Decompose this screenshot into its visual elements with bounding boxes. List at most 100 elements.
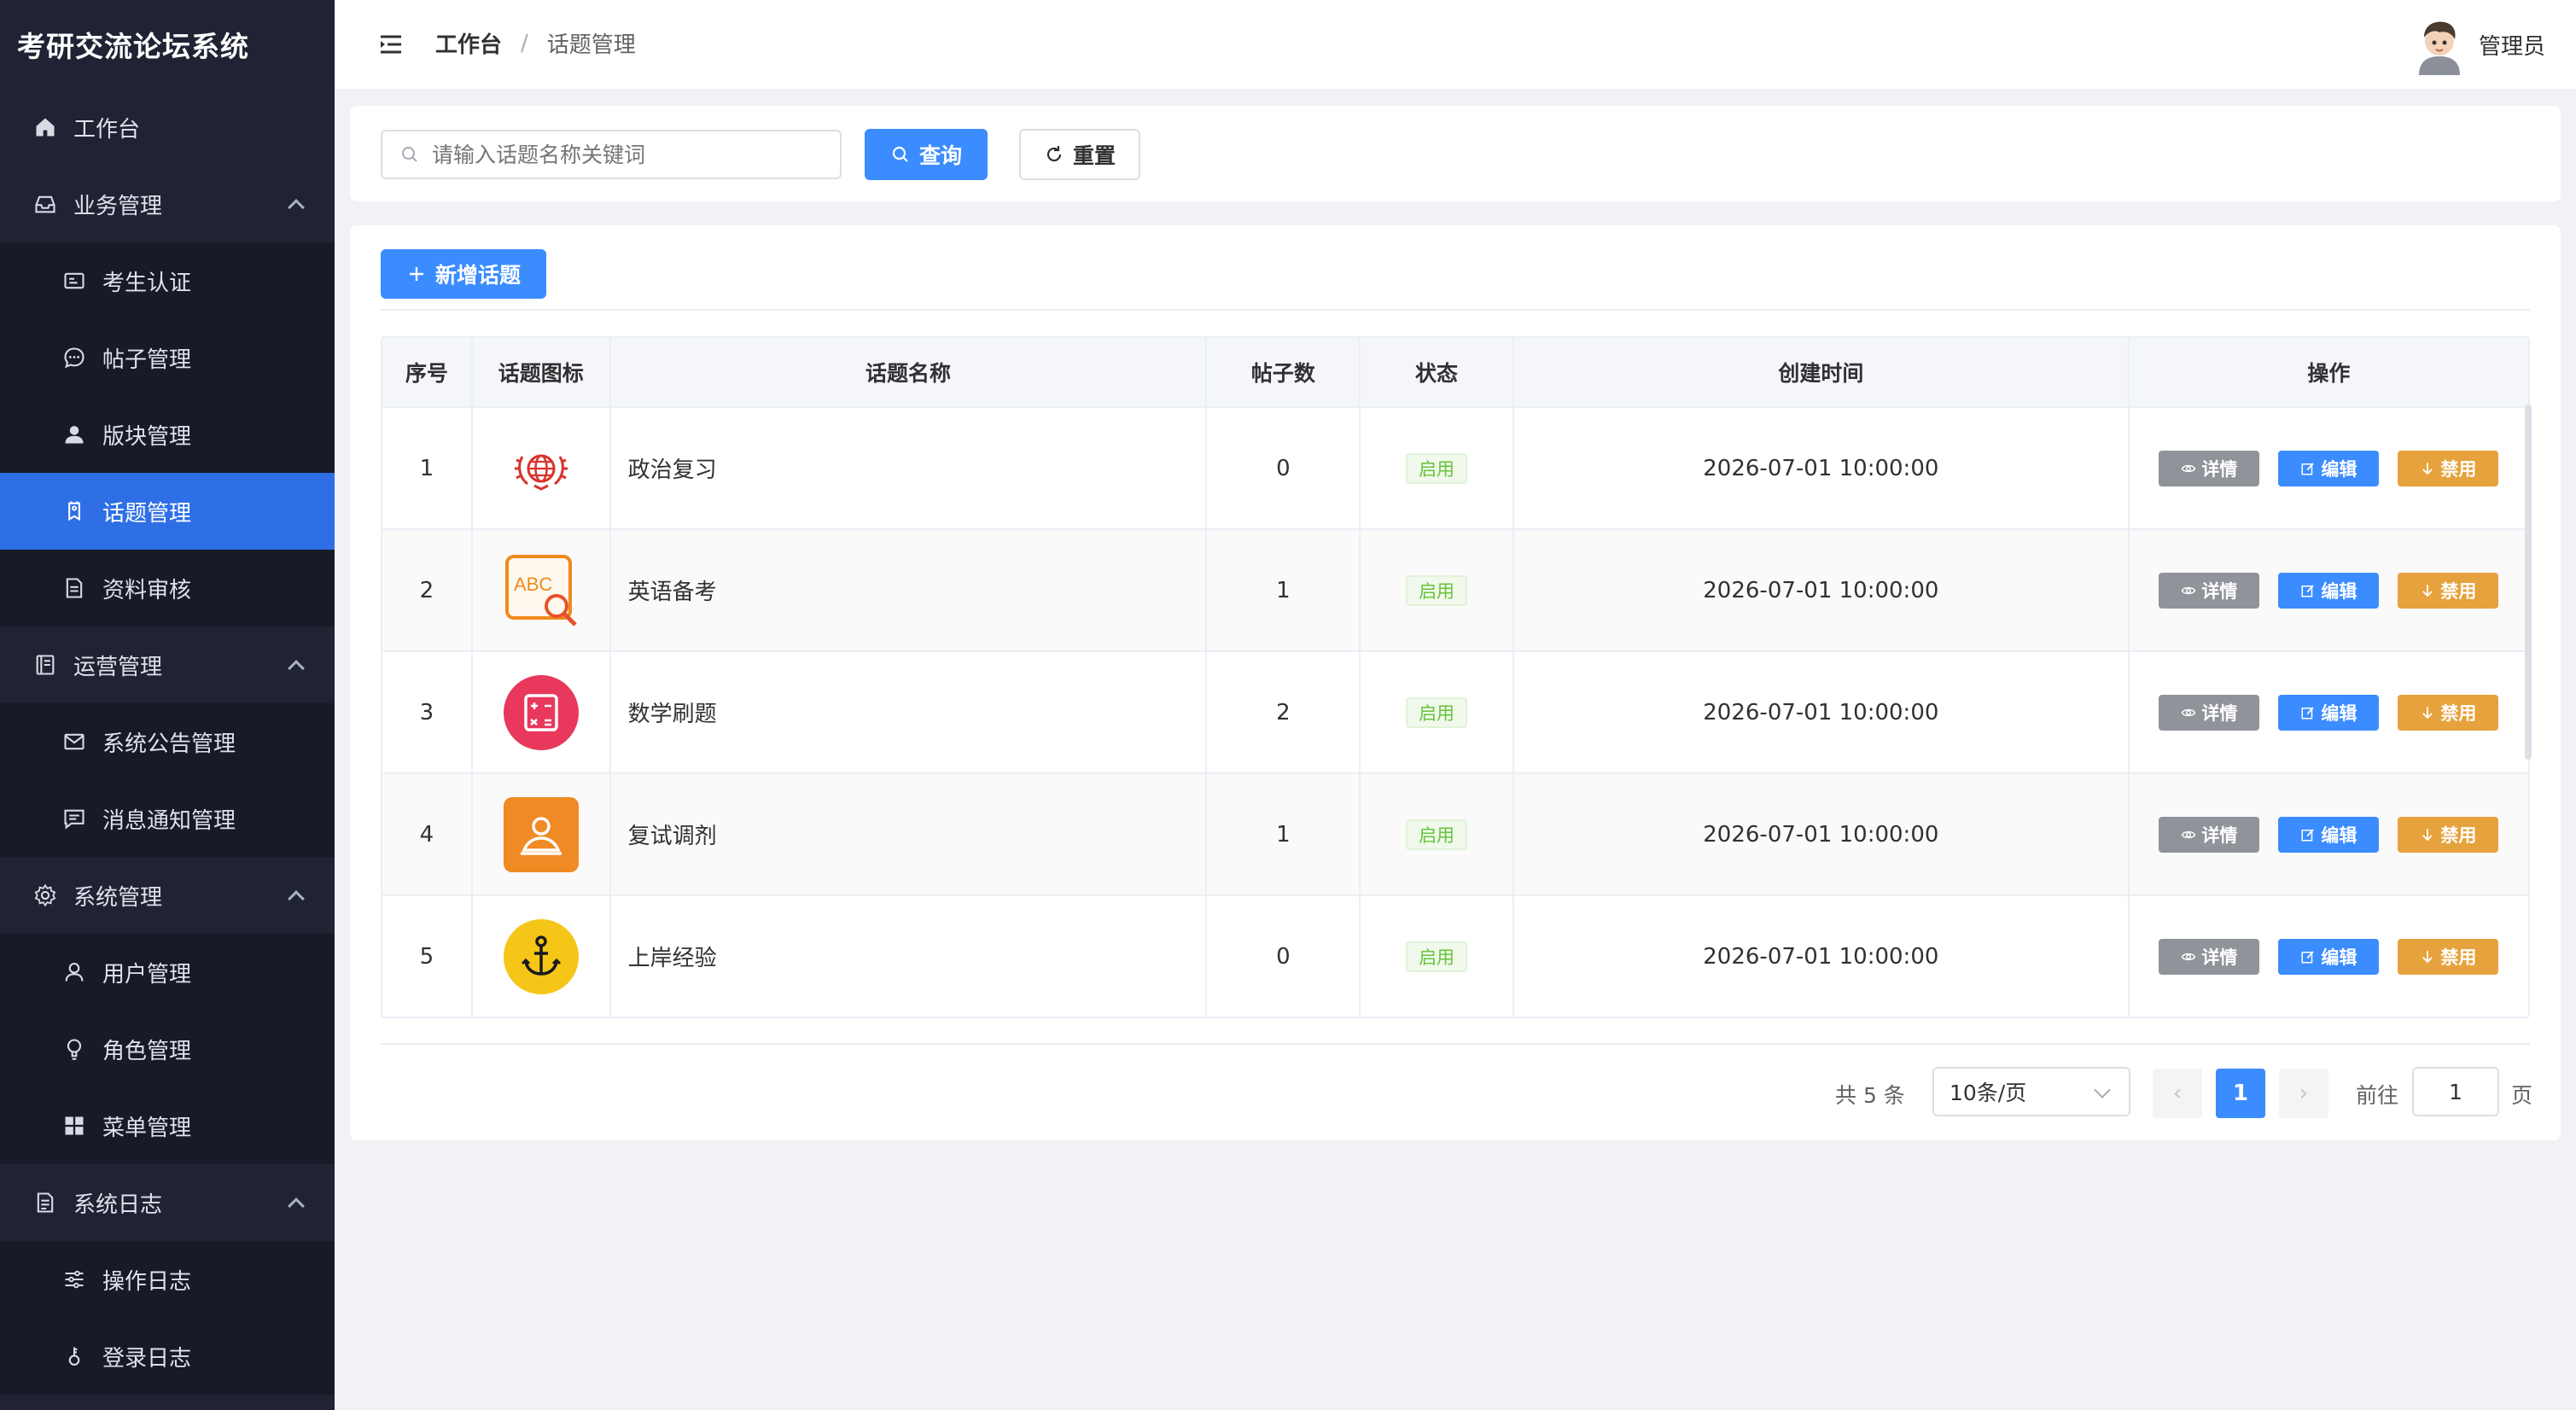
tag-icon [61, 498, 87, 524]
user-name: 管理员 [2478, 33, 2545, 60]
edit-icon [2301, 462, 2315, 475]
disable-button[interactable]: 禁用 [2398, 450, 2499, 487]
reset-button[interactable]: 重置 [1019, 129, 1140, 180]
status-badge: 启用 [1406, 819, 1468, 850]
edit-button[interactable]: 编辑 [2278, 938, 2380, 975]
edit-label: 编辑 [2321, 947, 2357, 968]
sidebar-item-label: 系统管理 [73, 884, 163, 911]
sidebar-item-label: 系统公告管理 [102, 731, 236, 757]
column-header: 序号 [382, 338, 473, 406]
prev-page-button[interactable]: ‹ [2153, 1069, 2202, 1118]
detail-label: 详情 [2201, 702, 2238, 724]
detail-button[interactable]: 详情 [2159, 572, 2260, 609]
pagination-total: 共 5 条 [1835, 1083, 1905, 1108]
disable-button[interactable]: 禁用 [2398, 572, 2499, 609]
anchor-icon [503, 918, 579, 994]
detail-label: 详情 [2201, 947, 2238, 968]
sidebar-item-workbench[interactable]: 工作台 [0, 89, 335, 166]
query-button-label: 查询 [918, 143, 962, 168]
disable-label: 禁用 [2440, 824, 2477, 846]
sidebar-item-sections[interactable]: 版块管理 [0, 396, 335, 473]
divider [381, 1043, 2530, 1045]
edit-button[interactable]: 编辑 [2278, 450, 2380, 487]
table-scrollbar[interactable] [2525, 405, 2532, 760]
edit-icon [2301, 706, 2315, 719]
search-icon [892, 146, 908, 162]
created-time: 2026-07-01 10:00:00 [1514, 530, 2130, 650]
user-icon [61, 422, 87, 447]
actions-cell: 详情 编辑 禁用 [2130, 896, 2528, 1017]
chevron-up-icon [288, 1197, 305, 1215]
detail-button[interactable]: 详情 [2159, 450, 2260, 487]
search-input-wrapper[interactable] [381, 130, 842, 179]
disable-button[interactable]: 禁用 [2398, 816, 2499, 853]
sidebar-group-operations[interactable]: 运营管理 [0, 626, 335, 703]
query-button[interactable]: 查询 [865, 129, 988, 180]
user-outline-icon [61, 959, 87, 985]
arrow-down-icon [2422, 828, 2433, 841]
sidebar-item-users[interactable]: 用户管理 [0, 934, 335, 1011]
status-cell: 启用 [1361, 774, 1514, 894]
user-menu[interactable]: 管理员 [2410, 14, 2545, 75]
status-badge: 启用 [1406, 574, 1468, 606]
goto-page-input[interactable]: 1 [2412, 1067, 2499, 1116]
calculator-icon [503, 674, 579, 750]
avatar [2410, 14, 2468, 75]
notebook-icon [32, 652, 58, 678]
sidebar-item-label: 业务管理 [73, 193, 163, 219]
chevron-up-icon [288, 199, 305, 216]
created-time: 2026-07-01 10:00:00 [1514, 652, 2130, 772]
sidebar-item-label: 消息通知管理 [102, 807, 236, 834]
detail-button[interactable]: 详情 [2159, 938, 2260, 975]
disable-button[interactable]: 禁用 [2398, 938, 2499, 975]
breadcrumb-separator: / [521, 30, 528, 56]
breadcrumb-home[interactable]: 工作台 [435, 27, 502, 59]
edit-button[interactable]: 编辑 [2278, 694, 2380, 731]
sidebar-group-business[interactable]: 业务管理 [0, 166, 335, 242]
detail-label: 详情 [2201, 824, 2238, 846]
person-card-icon [503, 796, 579, 872]
sidebar-item-label: 话题管理 [102, 500, 192, 527]
edit-button[interactable]: 编辑 [2278, 572, 2380, 609]
sidebar-item-operation-log[interactable]: 操作日志 [0, 1241, 335, 1318]
document-icon [61, 575, 87, 601]
sidebar-group-logs[interactable]: 系统日志 [0, 1164, 335, 1241]
sidebar-item-material-review[interactable]: 资料审核 [0, 550, 335, 626]
page-size-value: 10条/页 [1949, 1081, 2027, 1105]
sidebar-item-label: 系统日志 [73, 1192, 163, 1218]
next-page-button[interactable]: › [2279, 1069, 2328, 1118]
disable-button[interactable]: 禁用 [2398, 694, 2499, 731]
page-suffix: 页 [2511, 1083, 2533, 1108]
menu-fold-icon[interactable] [379, 34, 403, 55]
add-topic-button[interactable]: 新增话题 [381, 249, 546, 299]
sidebar-item-menus[interactable]: 菜单管理 [0, 1087, 335, 1164]
log-icon [32, 1190, 58, 1215]
detail-button[interactable]: 详情 [2159, 694, 2260, 731]
abc-search-icon: ABC [504, 554, 577, 626]
column-header: 操作 [2307, 361, 2351, 386]
gear-icon [32, 883, 58, 908]
eye-icon [2182, 953, 2196, 960]
sidebar-item-login-log[interactable]: 登录日志 [0, 1318, 335, 1395]
chevron-left-icon: ‹ [2172, 1081, 2183, 1106]
sidebar-item-announcements[interactable]: 系统公告管理 [0, 703, 335, 780]
sidebar-item-notifications[interactable]: 消息通知管理 [0, 780, 335, 857]
topic-icon-cell [473, 896, 611, 1017]
sidebar-item-roles[interactable]: 角色管理 [0, 1011, 335, 1087]
detail-button[interactable]: 详情 [2159, 816, 2260, 853]
sidebar-group-system[interactable]: 系统管理 [0, 857, 335, 934]
search-input[interactable] [432, 142, 807, 167]
sidebar-item-label: 角色管理 [102, 1038, 192, 1064]
sidebar-item-exam-cert[interactable]: 考生认证 [0, 242, 335, 319]
page-number-button[interactable]: 1 [2216, 1069, 2265, 1118]
edit-button[interactable]: 编辑 [2278, 816, 2380, 853]
edit-label: 编辑 [2321, 824, 2357, 846]
app-title: 考研交流论坛系统 [17, 30, 249, 63]
sidebar-item-topics[interactable]: 话题管理 [0, 473, 335, 550]
topic-name: 复试调剂 [611, 774, 1208, 894]
sidebar-item-posts[interactable]: 帖子管理 [0, 319, 335, 396]
page-size-select[interactable]: 10条/页 [1932, 1067, 2130, 1116]
topic-table: 序号 话题图标 话题名称 帖子数 状态 创建时间 操作 1 政治复习 0 启用 … [381, 336, 2530, 1018]
sidebar-item-label: 菜单管理 [102, 1115, 192, 1141]
row-index: 3 [382, 652, 473, 772]
